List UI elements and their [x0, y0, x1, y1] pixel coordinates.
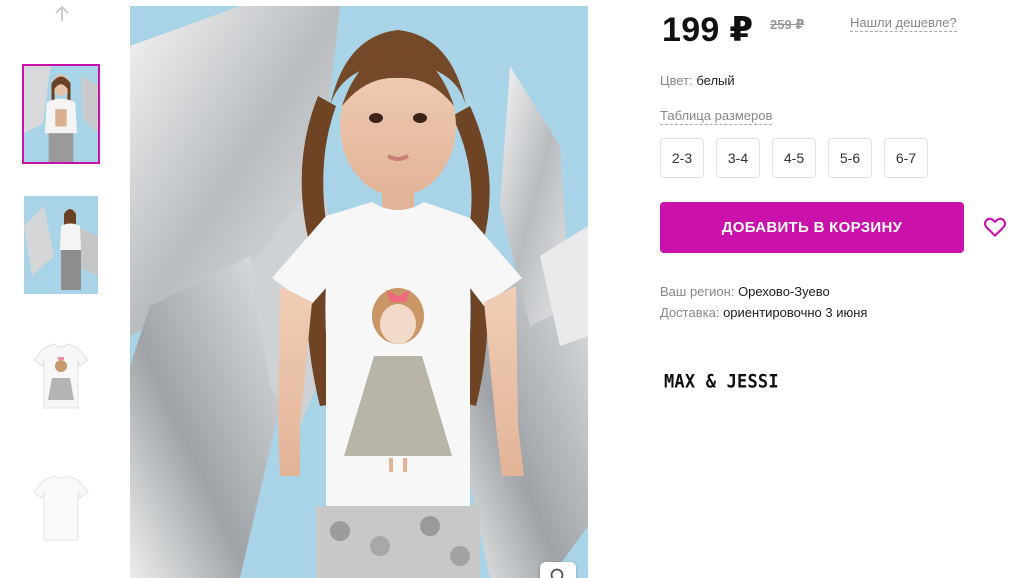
delivery-row: Доставка: ориентировочно 3 июня [660, 305, 867, 320]
thumbnail-photo-1[interactable] [22, 64, 100, 164]
size-selector: 2-3 3-4 4-5 5-6 6-7 [660, 138, 928, 178]
color-row: Цвет: белый [660, 73, 735, 88]
region-label: Ваш регион: [660, 284, 735, 299]
main-product-photo[interactable] [130, 6, 588, 578]
size-option[interactable]: 2-3 [660, 138, 704, 178]
brand-logo[interactable]: MAX & JESSI [664, 371, 779, 393]
arrow-up-icon[interactable] [50, 2, 74, 26]
add-to-cart-button[interactable]: ДОБАВИТЬ В КОРЗИНУ [660, 202, 964, 253]
thumbnail-photo-2[interactable] [24, 196, 98, 294]
size-option[interactable]: 5-6 [828, 138, 872, 178]
region-value[interactable]: Орехово-Зуево [738, 284, 830, 299]
delivery-label: Доставка: [660, 305, 720, 320]
old-price: 259 ₽ [770, 17, 805, 32]
size-option[interactable]: 6-7 [884, 138, 928, 178]
found-cheaper-link[interactable]: Нашли дешевле? [850, 15, 957, 32]
size-option[interactable]: 3-4 [716, 138, 760, 178]
delivery-value: ориентировочно 3 июня [723, 305, 868, 320]
zoom-icon [550, 568, 564, 578]
current-price: 199 ₽ [662, 11, 754, 49]
thumbnail-photo-3[interactable] [26, 330, 96, 424]
color-label: Цвет: [660, 73, 693, 88]
thumbnail-gallery [0, 0, 120, 578]
heart-icon[interactable] [982, 214, 1008, 240]
thumbnail-photo-4[interactable] [26, 462, 96, 556]
size-option[interactable]: 4-5 [772, 138, 816, 178]
region-row: Ваш регион: Орехово-Зуево [660, 284, 830, 299]
color-value: белый [696, 73, 735, 88]
product-info-panel: 199 ₽ 259 ₽ Нашли дешевле? Цвет: белый Т… [660, 0, 1020, 578]
zoom-button[interactable] [540, 562, 576, 578]
size-table-link[interactable]: Таблица размеров [660, 108, 773, 125]
